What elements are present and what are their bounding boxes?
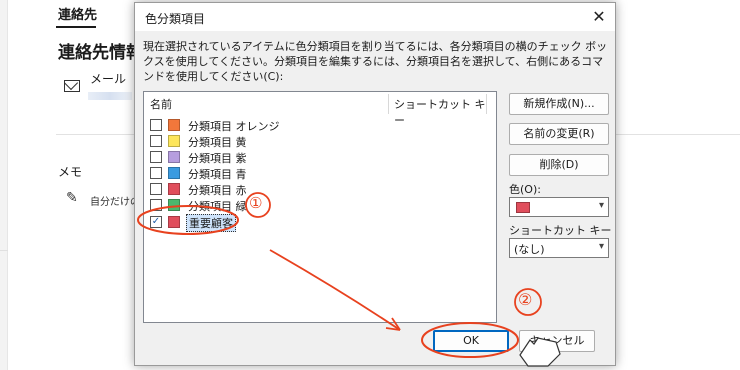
step2-label: ② (518, 290, 533, 309)
ok-highlight-circle (421, 322, 519, 358)
highlight-circle (137, 205, 239, 235)
hand-pointer-icon (519, 337, 561, 367)
step1-label: ① (249, 194, 263, 212)
arrow-head (385, 317, 401, 331)
annotation-overlay (137, 192, 561, 367)
arrow-line (269, 249, 401, 331)
